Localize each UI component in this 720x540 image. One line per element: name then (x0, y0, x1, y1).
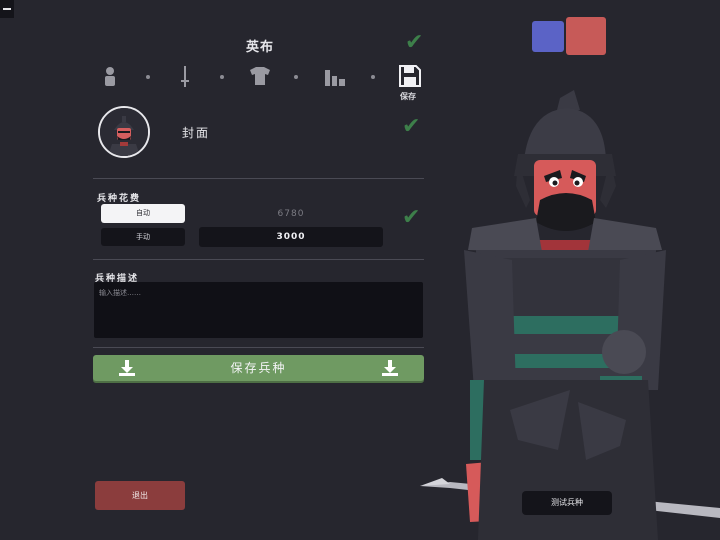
step-separator (146, 75, 150, 79)
unit-cost-label: 兵种花费 (97, 194, 142, 204)
armor-icon[interactable] (248, 66, 272, 86)
manual-cost-button[interactable]: 手动 (101, 228, 185, 246)
unit-preview-model[interactable] (420, 90, 720, 540)
step-separator (371, 75, 375, 79)
auto-cost-value: 6780 (277, 209, 305, 219)
cover-label: 封面 (182, 126, 211, 140)
download-icon (382, 360, 398, 376)
unit-name-title: 英布 (245, 40, 274, 55)
step-separator (294, 75, 298, 79)
unit-portrait-image (100, 108, 148, 156)
auto-cost-button[interactable]: 自动 (101, 204, 185, 223)
cost-confirm-check-icon: ✔ (402, 205, 421, 230)
person-icon[interactable] (103, 66, 117, 86)
test-unit-button[interactable]: 测试兵种 (522, 491, 612, 515)
team-color-red-swatch[interactable] (566, 17, 606, 55)
divider (93, 259, 424, 260)
divider (93, 178, 424, 179)
cover-confirm-check-icon: ✔ (402, 114, 421, 139)
window-menu-badge[interactable] (0, 0, 14, 18)
save-unit-button[interactable]: 保存兵种 (93, 355, 424, 381)
save-step-label: 保存 (400, 92, 416, 101)
sword-icon[interactable] (180, 66, 190, 88)
cover-portrait[interactable] (98, 106, 150, 158)
description-input[interactable] (94, 282, 423, 338)
save-floppy-icon[interactable] (399, 65, 421, 87)
title-confirm-check-icon: ✔ (405, 30, 424, 55)
divider (93, 347, 424, 348)
stats-icon[interactable] (324, 68, 346, 86)
save-unit-label: 保存兵种 (230, 361, 287, 375)
manual-cost-input[interactable] (199, 227, 383, 247)
team-color-blue-swatch[interactable] (532, 21, 564, 52)
exit-button[interactable]: 退出 (95, 481, 185, 510)
step-separator (220, 75, 224, 79)
